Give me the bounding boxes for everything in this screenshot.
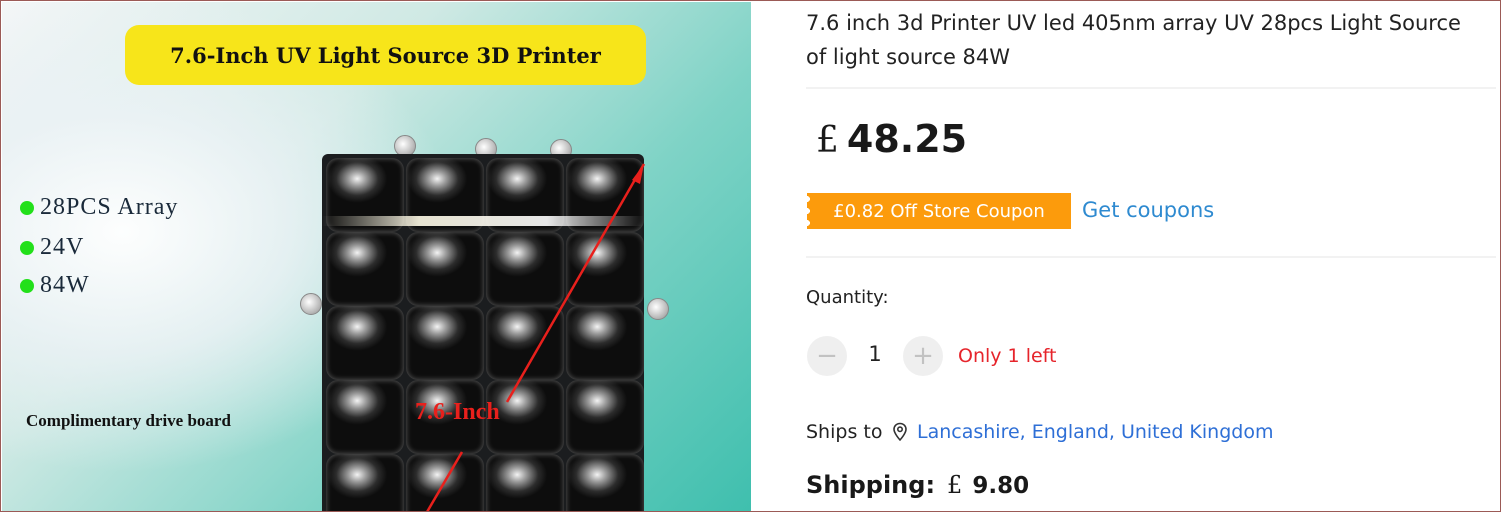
product-title-line: 7.6 inch 3d Printer UV led 405nm array U… (806, 11, 1461, 35)
shipping-cost: Shipping: £ 9.80 (806, 471, 1029, 499)
divider (806, 87, 1496, 89)
product-title: 7.6 inch 3d Printer UV led 405nm array U… (806, 6, 1500, 74)
ships-to-location-link[interactable]: Lancashire, England, United Kingdom (917, 421, 1273, 443)
shipping-amount: 9.80 (972, 473, 1030, 499)
ships-to-label: Ships to (806, 421, 883, 443)
store-coupon-badge[interactable]: £0.82 Off Store Coupon (807, 193, 1071, 229)
store-coupon-text: £0.82 Off Store Coupon (833, 200, 1045, 222)
price-amount: 48.25 (846, 117, 968, 161)
shipping-label: Shipping: (806, 471, 936, 499)
quantity-label: Quantity: (806, 287, 889, 308)
product-details: 7.6 inch 3d Printer UV led 405nm array U… (806, 1, 1500, 511)
product-image[interactable]: 7.6-Inch UV Light Source 3D Printer 28PC… (2, 2, 751, 511)
stock-warning: Only 1 left (958, 345, 1057, 367)
quantity-value[interactable]: 1 (865, 342, 885, 366)
price: £ 48.25 (816, 117, 967, 161)
location-pin-icon (893, 422, 907, 442)
page-frame: 7.6-Inch UV Light Source 3D Printer 28PC… (0, 0, 1501, 512)
quantity-decrease-button[interactable]: − (807, 336, 847, 376)
diagonal-measure-arrow-icon (426, 163, 646, 511)
measure-label: 7.6-Inch (415, 399, 500, 425)
quantity-increase-button[interactable]: + (903, 336, 943, 376)
get-coupons-link[interactable]: Get coupons (1082, 198, 1214, 222)
shipping-currency: £ (947, 471, 963, 499)
divider (806, 256, 1496, 258)
product-title-line: of light source 84W (806, 45, 1011, 69)
price-currency: £ (816, 120, 839, 161)
